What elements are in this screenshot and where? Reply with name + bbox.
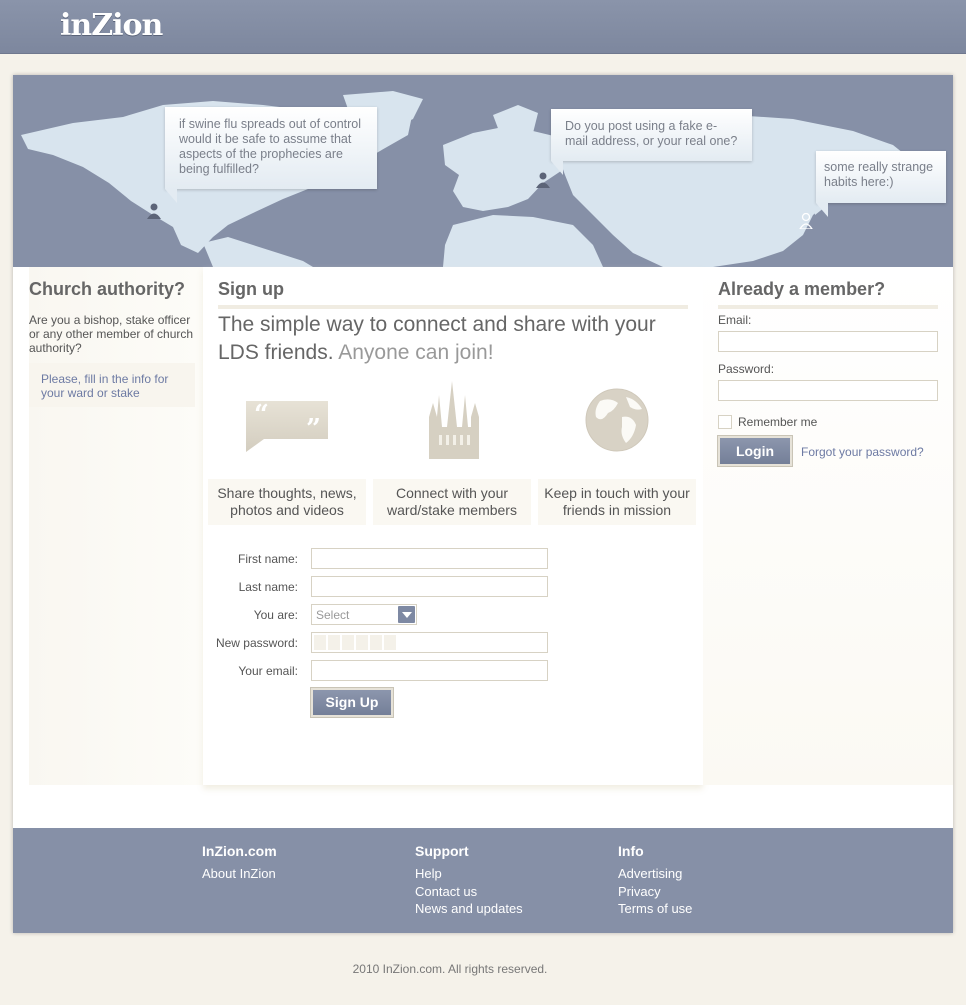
- hero-bubble-text: some really strange habits here:): [824, 160, 934, 189]
- section-divider: [218, 305, 688, 309]
- footer: InZion.com About InZion Support Help Con…: [13, 828, 953, 933]
- copyright-text: 2010 InZion.com. All rights reserved.: [352, 962, 548, 976]
- section-divider: [718, 305, 938, 309]
- login-panel: Already a member? Email: Password: Remem…: [703, 267, 953, 785]
- temple-icon: [429, 381, 479, 459]
- signup-title: Sign up: [218, 279, 284, 299]
- world-map-image: [21, 91, 913, 267]
- church-authority-title: Church authority?: [29, 279, 185, 299]
- ward-stake-link[interactable]: Please, fill in the info for your ward o…: [29, 363, 195, 407]
- user-pin-icon: [799, 213, 813, 229]
- footer-link-news[interactable]: News and updates: [415, 900, 523, 918]
- signup-tagline: The simple way to connect and share with…: [218, 311, 688, 367]
- your-email-input[interactable]: [311, 660, 548, 681]
- login-password-input[interactable]: [718, 380, 938, 401]
- speech-bubble-icon: “ ”: [246, 400, 328, 452]
- footer-link-contact[interactable]: Contact us: [415, 883, 523, 901]
- footer-link-terms[interactable]: Terms of use: [618, 900, 692, 918]
- your-email-label: Your email:: [238, 664, 298, 678]
- hero-speech-bubble: if swine flu spreads out of control woul…: [165, 107, 377, 203]
- you-are-row: You are: Select: [203, 604, 703, 626]
- world-map-hero: if swine flu spreads out of control woul…: [13, 75, 953, 267]
- password-label: Password:: [718, 362, 775, 376]
- you-are-label: You are:: [253, 608, 298, 622]
- user-pin-icon: [536, 172, 550, 188]
- first-name-row: First name:: [203, 548, 703, 570]
- first-name-label: First name:: [237, 552, 298, 566]
- globe-icon: [585, 388, 649, 452]
- you-are-selected-value: Select: [316, 608, 350, 622]
- chevron-down-icon[interactable]: [398, 606, 415, 623]
- footer-link-about[interactable]: About InZion: [202, 865, 277, 883]
- footer-column-support: Support Help Contact us News and updates: [415, 843, 523, 918]
- svg-text:“: “: [254, 400, 269, 430]
- feature-caption: Keep in touch with your friends in missi…: [538, 479, 696, 525]
- user-pin-icon: [147, 203, 161, 219]
- main-card: if swine flu spreads out of control woul…: [13, 75, 953, 933]
- footer-heading: Support: [415, 843, 469, 859]
- hero-bubble-text: Do you post using a fake e-mail address,…: [565, 119, 738, 148]
- svg-text:”: ”: [306, 414, 321, 444]
- tagline-anyone-can-join: Anyone can join!: [338, 341, 494, 364]
- footer-link-advertising[interactable]: Advertising: [618, 865, 692, 883]
- you-are-select[interactable]: Select: [311, 604, 417, 625]
- first-name-input[interactable]: [311, 548, 548, 569]
- footer-column-info: Info Advertising Privacy Terms of use: [618, 843, 692, 918]
- hero-speech-bubble: some really strange habits here:): [816, 151, 946, 217]
- login-button[interactable]: Login: [718, 436, 792, 466]
- email-row: Your email:: [203, 660, 703, 682]
- sign-up-button[interactable]: Sign Up: [311, 688, 393, 717]
- new-password-row: New password:: [203, 632, 703, 654]
- feature-caption: Share thoughts, news, photos and videos: [208, 479, 366, 525]
- hero-bubble-text: if swine flu spreads out of control woul…: [179, 117, 362, 176]
- footer-link-privacy[interactable]: Privacy: [618, 883, 692, 901]
- login-email-input[interactable]: [718, 331, 938, 352]
- footer-link-help[interactable]: Help: [415, 865, 523, 883]
- church-authority-panel: Church authority? Are you a bishop, stak…: [29, 267, 203, 785]
- new-password-input[interactable]: [311, 632, 548, 653]
- new-password-label: New password:: [215, 636, 298, 650]
- footer-heading: Info: [618, 843, 644, 859]
- footer-column-inzion: InZion.com About InZion: [202, 843, 277, 883]
- forgot-password-link[interactable]: Forgot your password?: [801, 445, 924, 459]
- feature-keep-in-touch: Keep in touch with your friends in missi…: [538, 377, 696, 527]
- signup-panel: Sign up The simple way to connect and sh…: [203, 267, 703, 785]
- site-logo[interactable]: inZion: [60, 8, 163, 43]
- feature-connect: Connect with your ward/stake members: [373, 377, 531, 527]
- last-name-input[interactable]: [311, 576, 548, 597]
- email-label: Email:: [718, 313, 752, 327]
- feature-caption: Connect with your ward/stake members: [373, 479, 531, 525]
- login-title: Already a member?: [718, 279, 886, 299]
- feature-share: “ ” Share thoughts, news, photos and vid…: [208, 377, 366, 527]
- remember-me-checkbox[interactable]: [718, 415, 732, 429]
- footer-heading: InZion.com: [202, 843, 277, 859]
- last-name-row: Last name:: [203, 576, 703, 598]
- remember-me-label: Remember me: [738, 415, 818, 429]
- hero-speech-bubble: Do you post using a fake e-mail address,…: [551, 109, 752, 175]
- church-authority-text: Are you a bishop, stake officer or any o…: [29, 313, 194, 355]
- top-bar: inZion: [0, 0, 966, 54]
- last-name-label: Last name:: [238, 580, 298, 594]
